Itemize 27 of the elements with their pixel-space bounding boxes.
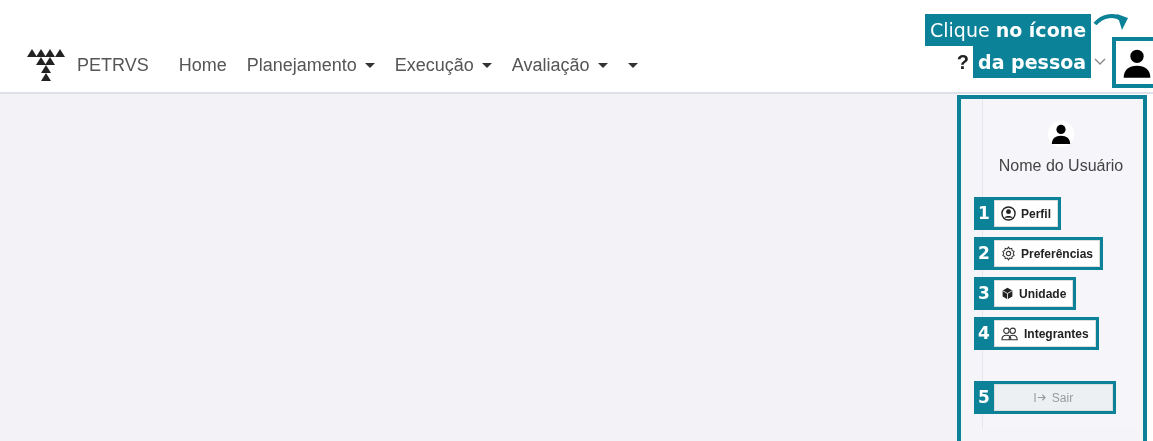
- callout-text: da pessoa: [973, 46, 1092, 78]
- step-number: 1: [977, 202, 991, 225]
- menu-button[interactable]: Preferências: [994, 240, 1101, 267]
- chevron-icon[interactable]: [1094, 58, 1106, 66]
- nav-link[interactable]: Execução: [394, 54, 492, 76]
- brand-name: PETRVS: [77, 54, 149, 76]
- logo-icon: [27, 47, 65, 83]
- step-number: 2: [977, 242, 991, 265]
- step-number: 4: [977, 322, 991, 345]
- help-icon[interactable]: ?: [956, 51, 969, 88]
- cube-icon: [1001, 287, 1014, 300]
- people-icon: [1001, 326, 1019, 341]
- logout-icon: [1033, 392, 1047, 403]
- menu-button[interactable]: Integrantes: [994, 320, 1096, 347]
- menu-button[interactable]: Unidade: [994, 280, 1074, 307]
- callout-text: Clique no ícone: [925, 14, 1092, 46]
- user-name: Nome do Usuário: [998, 157, 1124, 175]
- menu-button[interactable]: Perfil: [994, 200, 1058, 227]
- step-number: 3: [977, 282, 991, 305]
- person-icon: [1050, 123, 1072, 145]
- settings-icon: [1001, 246, 1016, 261]
- nav-link[interactable]: Planejamento: [246, 54, 375, 76]
- step-number: 5: [977, 386, 991, 409]
- user-button[interactable]: [1112, 37, 1153, 88]
- nav-link[interactable]: Home: [178, 54, 227, 76]
- profile-icon: [1001, 206, 1016, 221]
- nav-link[interactable]: Avaliação: [511, 54, 608, 76]
